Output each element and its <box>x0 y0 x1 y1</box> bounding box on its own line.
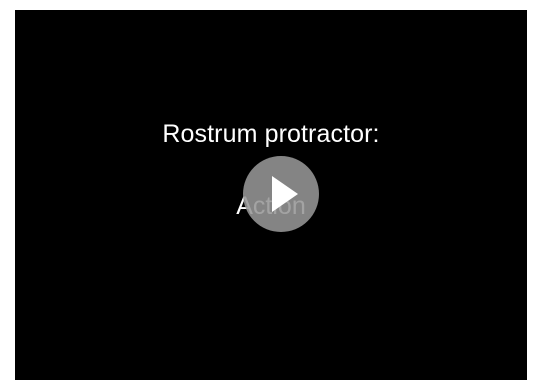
play-icon <box>272 176 298 212</box>
video-player[interactable]: Rostrum protractor: Action <box>15 10 527 380</box>
play-button[interactable] <box>243 156 319 232</box>
slide-heading: Rostrum protractor: <box>162 120 380 148</box>
